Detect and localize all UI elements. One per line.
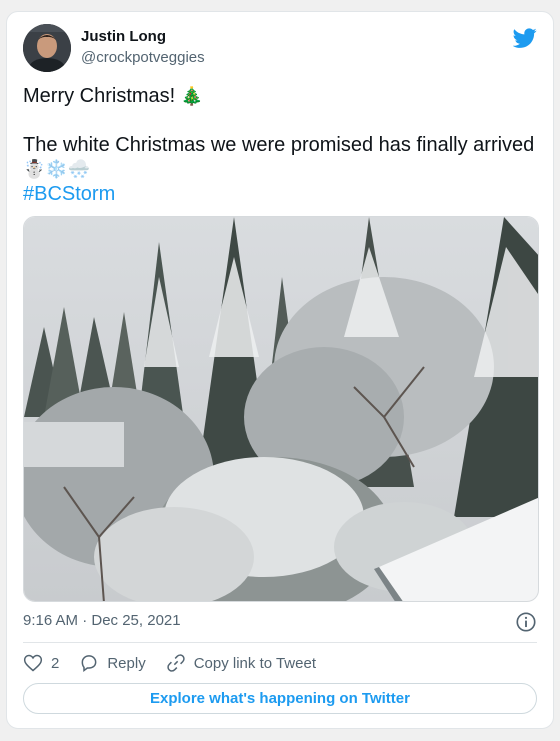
tweet-card: Justin Long @crockpotveggies Merry Chris… bbox=[6, 11, 554, 729]
divider bbox=[23, 642, 537, 643]
like-button[interactable]: 2 bbox=[23, 653, 59, 673]
reply-icon bbox=[81, 655, 97, 672]
info-icon[interactable] bbox=[515, 611, 537, 633]
link-icon bbox=[167, 654, 185, 672]
copy-link-button[interactable]: Copy link to Tweet bbox=[166, 653, 316, 673]
hashtag-link[interactable]: #BCStorm bbox=[23, 183, 115, 205]
snow-emojis: ☃️❄️🌨️ bbox=[23, 159, 91, 180]
reply-button[interactable]: Reply bbox=[79, 653, 146, 673]
reply-label: Reply bbox=[107, 654, 146, 672]
tweet-timestamp[interactable]: 9:16 AM · Dec 25, 2021 bbox=[23, 612, 181, 629]
snowy-forest-photo bbox=[24, 217, 538, 601]
tweet-line-1: Merry Christmas! bbox=[23, 85, 181, 107]
tweet-actions: 2 Reply Copy link to Tweet bbox=[23, 652, 336, 674]
copy-link-label: Copy link to Tweet bbox=[193, 654, 316, 672]
tweet-text: Merry Christmas! 🎄 The white Christmas w… bbox=[23, 84, 543, 206]
tweet-photo[interactable] bbox=[23, 216, 539, 602]
heart-icon bbox=[23, 654, 43, 672]
author-handle[interactable]: @crockpotveggies bbox=[81, 49, 205, 66]
twitter-bird-icon[interactable] bbox=[513, 26, 537, 50]
explore-twitter-button[interactable]: Explore what's happening on Twitter bbox=[23, 683, 537, 714]
christmas-tree-emoji: 🎄 bbox=[180, 86, 204, 107]
author-name[interactable]: Justin Long bbox=[81, 28, 166, 45]
like-count: 2 bbox=[51, 654, 60, 672]
avatar-image bbox=[23, 24, 71, 72]
avatar[interactable] bbox=[23, 24, 71, 72]
tweet-line-2: The white Christmas we were promised has… bbox=[23, 134, 535, 156]
